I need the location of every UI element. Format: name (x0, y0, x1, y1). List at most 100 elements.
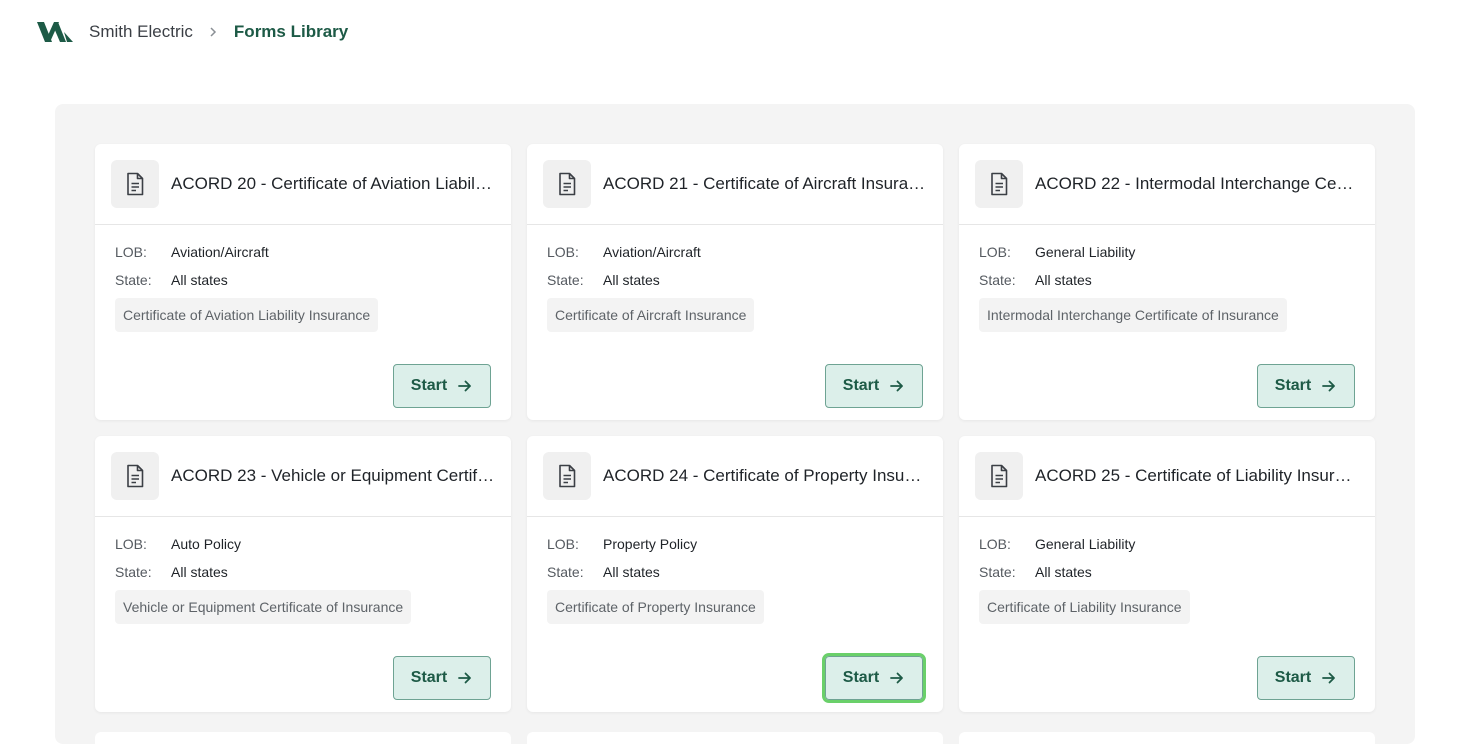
arrow-right-icon (458, 672, 472, 684)
start-button[interactable]: Start (393, 364, 491, 408)
lob-value: Aviation/Aircraft (603, 244, 701, 260)
state-value: All states (171, 564, 228, 580)
lob-row: LOB: Auto Policy (115, 530, 491, 558)
state-value: All states (603, 564, 660, 580)
arrow-right-icon (890, 380, 904, 392)
lob-value: General Liability (1035, 536, 1136, 552)
lob-row: LOB: General Liability (979, 238, 1355, 266)
lob-value: General Liability (1035, 244, 1136, 260)
logo-icon[interactable] (37, 20, 74, 44)
state-label: State: (979, 564, 1016, 580)
start-button[interactable]: Start (1257, 364, 1355, 408)
state-label: State: (547, 272, 584, 288)
breadcrumb-current: Forms Library (233, 22, 349, 41)
arrow-right-icon (1322, 672, 1336, 684)
state-row: State: All states (115, 558, 491, 586)
form-card-partial (959, 732, 1375, 752)
form-tag: Certificate of Property Insurance (547, 590, 764, 624)
state-row: State: All states (115, 266, 491, 294)
form-card-body: LOB: Aviation/Aircraft State: All states… (527, 225, 943, 332)
form-tag: Vehicle or Equipment Certificate of Insu… (115, 590, 412, 624)
state-value: All states (1035, 564, 1092, 580)
lob-row: LOB: General Liability (979, 530, 1355, 558)
form-title: ACORD 21 - Certificate of Aircraft Insur… (603, 174, 927, 193)
form-title: ACORD 22 - Intermodal Interchange Certif… (1035, 174, 1359, 193)
top-bar: Smith Electric Forms Library (0, 0, 1468, 64)
state-value: All states (603, 272, 660, 288)
arrow-right-icon (1322, 380, 1336, 392)
form-card-header: ACORD 22 - Intermodal Interchange Certif… (959, 144, 1375, 225)
form-card-header: ACORD 23 - Vehicle or Equipment Certific… (95, 436, 511, 517)
form-card: ACORD 23 - Vehicle or Equipment Certific… (95, 436, 511, 712)
document-icon (543, 452, 591, 500)
state-label: State: (979, 272, 1016, 288)
breadcrumb: Smith Electric Forms Library (89, 21, 348, 43)
start-button-label: Start (1274, 377, 1312, 394)
lob-row: LOB: Property Policy (547, 530, 923, 558)
arrow-right-icon (458, 380, 472, 392)
start-button[interactable]: Start (825, 364, 923, 408)
breadcrumb-company[interactable]: Smith Electric (89, 21, 193, 43)
start-button[interactable]: Start (393, 656, 491, 700)
form-card-partial (527, 732, 943, 752)
form-card-partial (95, 732, 511, 752)
state-row: State: All states (547, 266, 923, 294)
form-card-header: ACORD 20 - Certificate of Aviation Liabi… (95, 144, 511, 225)
chevron-right-icon (202, 21, 224, 43)
arrow-right-icon (890, 672, 904, 684)
form-tag: Certificate of Liability Insurance (979, 590, 1190, 624)
document-icon (111, 452, 159, 500)
form-card-header: ACORD 25 - Certificate of Liability Insu… (959, 436, 1375, 517)
form-card-body: LOB: General Liability State: All states… (959, 225, 1375, 332)
lob-label: LOB: (979, 244, 1011, 260)
form-card-body: LOB: Auto Policy State: All states Vehic… (95, 517, 511, 624)
state-label: State: (115, 272, 152, 288)
start-button-label: Start (410, 377, 448, 394)
form-title: ACORD 25 - Certificate of Liability Insu… (1035, 466, 1359, 485)
lob-label: LOB: (979, 536, 1011, 552)
state-value: All states (171, 272, 228, 288)
start-button[interactable]: Start (1257, 656, 1355, 700)
start-button-label: Start (410, 669, 448, 686)
document-icon (975, 452, 1023, 500)
form-tag: Certificate of Aviation Liability Insura… (115, 298, 379, 332)
form-card-header: ACORD 24 - Certificate of Property Insur… (527, 436, 943, 517)
document-icon (111, 160, 159, 208)
state-row: State: All states (979, 558, 1355, 586)
lob-label: LOB: (115, 536, 147, 552)
lob-value: Aviation/Aircraft (171, 244, 269, 260)
form-card: ACORD 20 - Certificate of Aviation Liabi… (95, 144, 511, 420)
lob-value: Property Policy (603, 536, 698, 552)
form-card-body: LOB: Property Policy State: All states C… (527, 517, 943, 624)
form-card-body: LOB: General Liability State: All states… (959, 517, 1375, 624)
form-card: ACORD 24 - Certificate of Property Insur… (527, 436, 943, 712)
form-title: ACORD 24 - Certificate of Property Insur… (603, 466, 927, 485)
state-label: State: (547, 564, 584, 580)
state-row: State: All states (979, 266, 1355, 294)
form-tag: Intermodal Interchange Certificate of In… (979, 298, 1287, 332)
start-button-label: Start (1274, 669, 1312, 686)
lob-row: LOB: Aviation/Aircraft (547, 238, 923, 266)
form-card: ACORD 22 - Intermodal Interchange Certif… (959, 144, 1375, 420)
form-card: ACORD 21 - Certificate of Aircraft Insur… (527, 144, 943, 420)
form-card: ACORD 25 - Certificate of Liability Insu… (959, 436, 1375, 712)
lob-label: LOB: (547, 536, 579, 552)
start-button-label: Start (842, 377, 880, 394)
form-card-header: ACORD 21 - Certificate of Aircraft Insur… (527, 144, 943, 225)
form-title: ACORD 20 - Certificate of Aviation Liabi… (171, 174, 495, 193)
forms-grid: ACORD 20 - Certificate of Aviation Liabi… (95, 144, 1375, 712)
form-tag: Certificate of Aircraft Insurance (547, 298, 755, 332)
lob-label: LOB: (115, 244, 147, 260)
lob-label: LOB: (547, 244, 579, 260)
forms-panel: ACORD 20 - Certificate of Aviation Liabi… (55, 104, 1415, 752)
document-icon (543, 160, 591, 208)
form-card-body: LOB: Aviation/Aircraft State: All states… (95, 225, 511, 332)
form-title: ACORD 23 - Vehicle or Equipment Certific… (171, 466, 495, 485)
state-row: State: All states (547, 558, 923, 586)
state-label: State: (115, 564, 152, 580)
start-button[interactable]: Start (822, 653, 926, 703)
lob-row: LOB: Aviation/Aircraft (115, 238, 491, 266)
lob-value: Auto Policy (171, 536, 242, 552)
document-icon (975, 160, 1023, 208)
start-button-label: Start (842, 669, 880, 686)
